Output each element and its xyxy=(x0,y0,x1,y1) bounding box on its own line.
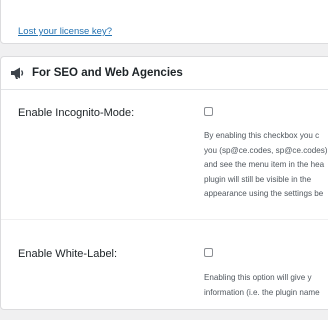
incognito-mode-description: By enabling this checkbox you c you (sp@… xyxy=(204,129,328,202)
incognito-mode-checkbox[interactable] xyxy=(204,107,213,116)
lost-license-key-link[interactable]: Lost your license key? xyxy=(18,26,112,37)
description-line: Enabling this option will give y xyxy=(204,273,312,282)
description-line: you (sp@ce.codes, sp@ce.codes) xyxy=(204,145,328,155)
white-label-label: Enable White-Label: xyxy=(18,248,118,260)
row-divider xyxy=(1,219,328,220)
white-label-description: Enabling this option will give y informa… xyxy=(204,271,328,300)
description-line: and see the menu item in the hea xyxy=(204,160,325,169)
panel-title: For SEO and Web Agencies xyxy=(32,67,183,79)
incognito-mode-label: Enable Incognito-Mode: xyxy=(18,107,135,119)
license-card: Lost your license key? xyxy=(0,0,328,44)
settings-page: Lost your license key? For SEO and Web A… xyxy=(0,0,328,320)
white-label-checkbox[interactable] xyxy=(204,248,213,257)
description-line: plugin will still be visible in the xyxy=(204,174,312,184)
megaphone-icon xyxy=(10,66,26,80)
panel-header: For SEO and Web Agencies xyxy=(1,57,328,90)
seo-agencies-panel: For SEO and Web Agencies Enable Incognit… xyxy=(0,56,328,310)
description-line: By enabling this checkbox you c xyxy=(204,131,320,140)
description-line: information (i.e. the plugin name xyxy=(204,287,320,297)
description-line: appearance using the settings be xyxy=(204,189,324,198)
